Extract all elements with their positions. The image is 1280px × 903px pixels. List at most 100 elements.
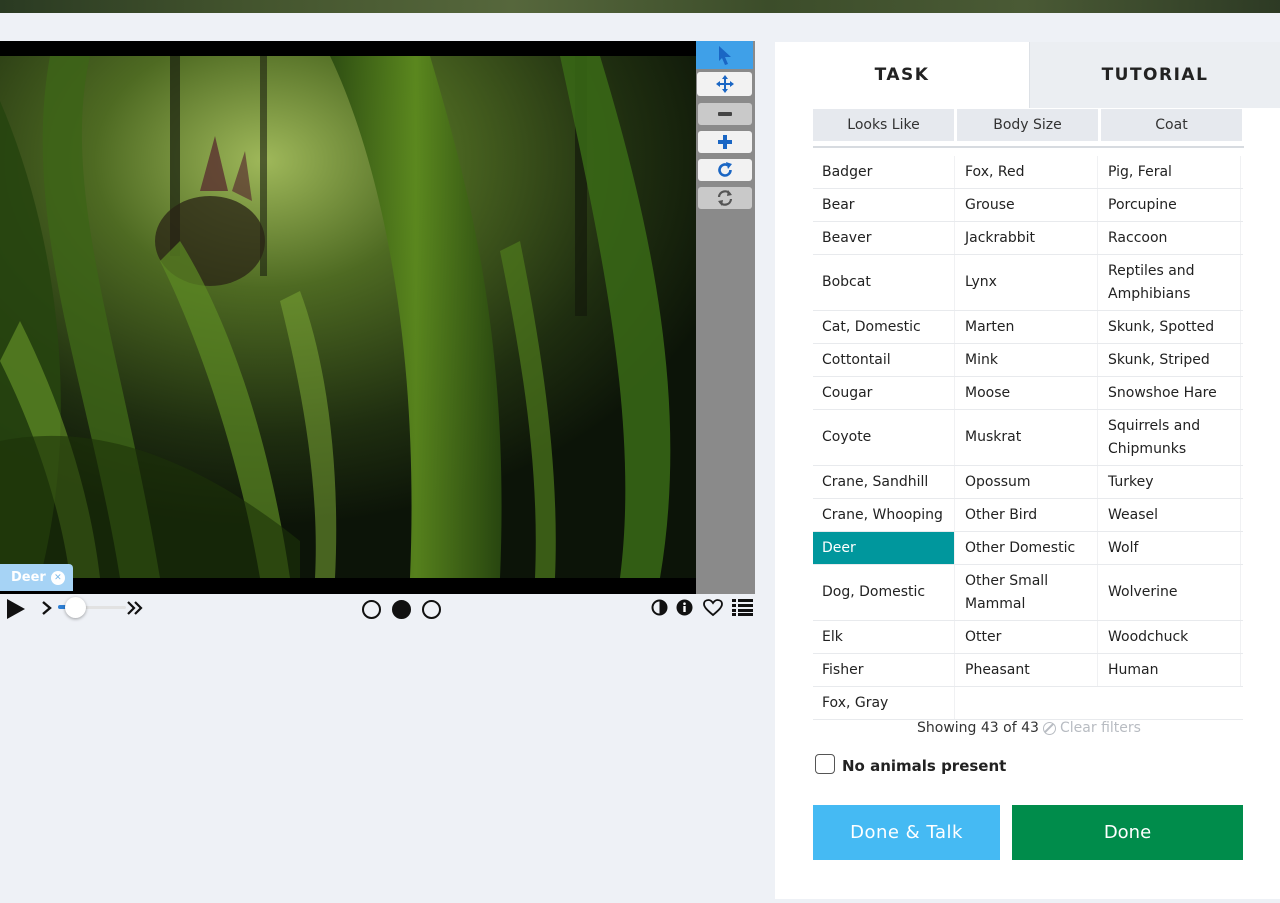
- choice-row: Cat, Domestic Marten Skunk, Spotted: [813, 311, 1243, 344]
- choice-muskrat[interactable]: Muskrat: [956, 410, 1098, 465]
- choice-other-small-mammal[interactable]: Other Small Mammal: [956, 565, 1098, 620]
- choice-squirrels-and-chipmunks[interactable]: Squirrels and Chipmunks: [1099, 410, 1241, 465]
- choice-row: Bear Grouse Porcupine: [813, 189, 1243, 222]
- clear-filters-label: Clear filters: [1060, 720, 1141, 736]
- choice-fox-gray[interactable]: Fox, Gray: [813, 687, 955, 719]
- remove-mark-icon[interactable]: ✕: [50, 570, 65, 585]
- choice-weasel[interactable]: Weasel: [1099, 499, 1241, 531]
- choice-pig-feral[interactable]: Pig, Feral: [1099, 156, 1241, 188]
- choice-row: Cougar Moose Snowshoe Hare: [813, 377, 1243, 410]
- choice-bobcat[interactable]: Bobcat: [813, 255, 955, 310]
- choice-row: Crane, Whooping Other Bird Weasel: [813, 499, 1243, 532]
- move-tool-button[interactable]: [697, 72, 752, 96]
- zoom-in-button[interactable]: [698, 131, 752, 153]
- choice-crane-sandhill[interactable]: Crane, Sandhill: [813, 466, 955, 498]
- heart-icon[interactable]: [703, 599, 723, 617]
- choice-cottontail[interactable]: Cottontail: [813, 344, 955, 376]
- choice-row: Crane, Sandhill Opossum Turkey: [813, 466, 1243, 499]
- choice-row: Dog, Domestic Other Small Mammal Wolverine: [813, 565, 1243, 621]
- zoom-in-icon: [718, 135, 732, 149]
- refresh-icon: [717, 190, 733, 206]
- reset-button[interactable]: [698, 187, 752, 209]
- rotate-icon: [718, 162, 732, 177]
- choice-grouse[interactable]: Grouse: [956, 189, 1098, 221]
- annotate-tool-button[interactable]: [696, 41, 753, 69]
- subject-image[interactable]: [0, 41, 696, 594]
- collections-icon[interactable]: [732, 598, 753, 616]
- move-icon: [715, 75, 734, 93]
- info-icon[interactable]: [676, 599, 693, 616]
- camera-trap-photo: [0, 41, 696, 594]
- tab-task[interactable]: TASK: [775, 42, 1029, 108]
- choice-row: Badger Fox, Red Pig, Feral: [813, 156, 1243, 189]
- frame-3-dot[interactable]: [422, 600, 441, 619]
- choice-badger[interactable]: Badger: [813, 156, 955, 188]
- choice-fox-red[interactable]: Fox, Red: [956, 156, 1098, 188]
- choice-snowshoe-hare[interactable]: Snowshoe Hare: [1099, 377, 1241, 409]
- choice-jackrabbit[interactable]: Jackrabbit: [956, 222, 1098, 254]
- choice-coyote[interactable]: Coyote: [813, 410, 955, 465]
- choice-marten[interactable]: Marten: [956, 311, 1098, 343]
- invert-icon[interactable]: [651, 599, 668, 616]
- zoom-out-button[interactable]: [698, 103, 752, 125]
- no-animals-checkbox[interactable]: [815, 754, 835, 774]
- choice-cougar[interactable]: Cougar: [813, 377, 955, 409]
- mark-label-text: Deer: [11, 570, 46, 585]
- choice-porcupine[interactable]: Porcupine: [1099, 189, 1241, 221]
- choice-other-domestic[interactable]: Other Domestic: [956, 532, 1098, 564]
- choice-lynx[interactable]: Lynx: [956, 255, 1098, 310]
- choice-raccoon[interactable]: Raccoon: [1099, 222, 1241, 254]
- choice-row: Beaver Jackrabbit Raccoon: [813, 222, 1243, 255]
- play-icon[interactable]: [5, 597, 27, 621]
- toolbar: [696, 41, 755, 594]
- fast-forward-icon[interactable]: [126, 599, 144, 617]
- choice-cat-domestic[interactable]: Cat, Domestic: [813, 311, 955, 343]
- task-panel: TASK TUTORIAL Looks Like Body Size Coat …: [775, 42, 1280, 899]
- choice-dog-domestic[interactable]: Dog, Domestic: [813, 565, 955, 620]
- filter-divider: [813, 146, 1244, 148]
- rotate-button[interactable]: [698, 159, 752, 181]
- choice-deer[interactable]: Deer: [813, 532, 955, 564]
- frame-1-dot[interactable]: [362, 600, 381, 619]
- choice-row: Bobcat Lynx Reptiles and Amphibians: [813, 255, 1243, 311]
- showing-count: Showing 43 of 43: [917, 720, 1039, 736]
- frame-2-dot[interactable]: [392, 600, 411, 619]
- choice-fisher[interactable]: Fisher: [813, 654, 955, 686]
- choice-woodchuck[interactable]: Woodchuck: [1099, 621, 1241, 653]
- zoom-out-icon: [718, 112, 732, 116]
- choice-reptiles-and-amphibians[interactable]: Reptiles and Amphibians: [1099, 255, 1241, 310]
- tab-tutorial[interactable]: TUTORIAL: [1029, 42, 1280, 108]
- choice-bear[interactable]: Bear: [813, 189, 955, 221]
- choice-pheasant[interactable]: Pheasant: [956, 654, 1098, 686]
- banner-image-strip: [0, 0, 1280, 13]
- choice-row: Fox, Gray: [813, 687, 1243, 720]
- filter-looks-like[interactable]: Looks Like: [813, 109, 954, 141]
- done-button[interactable]: Done: [1012, 805, 1243, 860]
- choice-skunk-spotted[interactable]: Skunk, Spotted: [1099, 311, 1241, 343]
- no-animals-label[interactable]: No animals present: [842, 757, 1006, 775]
- choice-turkey[interactable]: Turkey: [1099, 466, 1241, 498]
- choice-row: Coyote Muskrat Squirrels and Chipmunks: [813, 410, 1243, 466]
- choice-beaver[interactable]: Beaver: [813, 222, 955, 254]
- choice-crane-whooping[interactable]: Crane, Whooping: [813, 499, 955, 531]
- clear-filters-button[interactable]: Clear filters: [1043, 720, 1141, 736]
- done-and-talk-button[interactable]: Done & Talk: [813, 805, 1000, 860]
- choice-otter[interactable]: Otter: [956, 621, 1098, 653]
- choice-moose[interactable]: Moose: [956, 377, 1098, 409]
- step-forward-icon[interactable]: [40, 600, 54, 616]
- mark-label-deer[interactable]: Deer ✕: [0, 564, 73, 591]
- choice-skunk-striped[interactable]: Skunk, Striped: [1099, 344, 1241, 376]
- choice-wolf[interactable]: Wolf: [1099, 532, 1241, 564]
- choice-other-bird[interactable]: Other Bird: [956, 499, 1098, 531]
- choice-row: Elk Otter Woodchuck: [813, 621, 1243, 654]
- choice-wolverine[interactable]: Wolverine: [1099, 565, 1241, 620]
- choice-grid: Badger Fox, Red Pig, Feral Bear Grouse Porcup…: [813, 156, 1243, 720]
- choice-row: Cottontail Mink Skunk, Striped: [813, 344, 1243, 377]
- choice-opossum[interactable]: Opossum: [956, 466, 1098, 498]
- filter-coat[interactable]: Coat: [1101, 109, 1242, 141]
- choice-elk[interactable]: Elk: [813, 621, 955, 653]
- choice-human[interactable]: Human: [1099, 654, 1241, 686]
- frame-slider-knob[interactable]: [65, 597, 86, 618]
- choice-mink[interactable]: Mink: [956, 344, 1098, 376]
- filter-body-size[interactable]: Body Size: [957, 109, 1098, 141]
